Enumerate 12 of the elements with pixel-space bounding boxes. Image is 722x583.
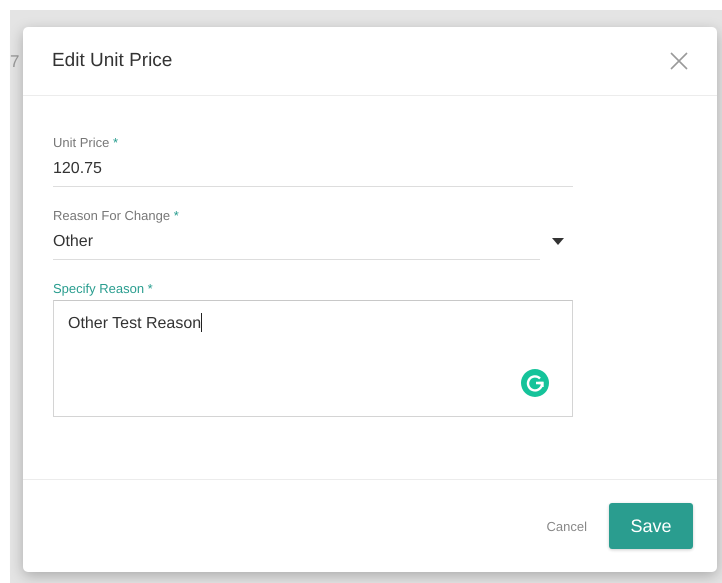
background-text: 7: [10, 52, 20, 72]
text-area-value: Other Test Reason: [68, 315, 202, 332]
dropdown-field[interactable]: Other: [53, 229, 540, 260]
caret-icon[interactable]: [552, 238, 564, 246]
close-icon[interactable]: [669, 51, 689, 71]
field-label: Specify Reason *: [53, 281, 153, 296]
field-label: Reason For Change *: [53, 208, 179, 223]
dialog-title: Edit Unit Price: [52, 50, 172, 72]
cancel-button[interactable]: Cancel: [546, 518, 587, 534]
input-field[interactable]: 120.75: [53, 156, 573, 187]
field-label: Unit Price *: [53, 135, 118, 150]
text-area[interactable]: Other Test Reason: [53, 300, 573, 417]
